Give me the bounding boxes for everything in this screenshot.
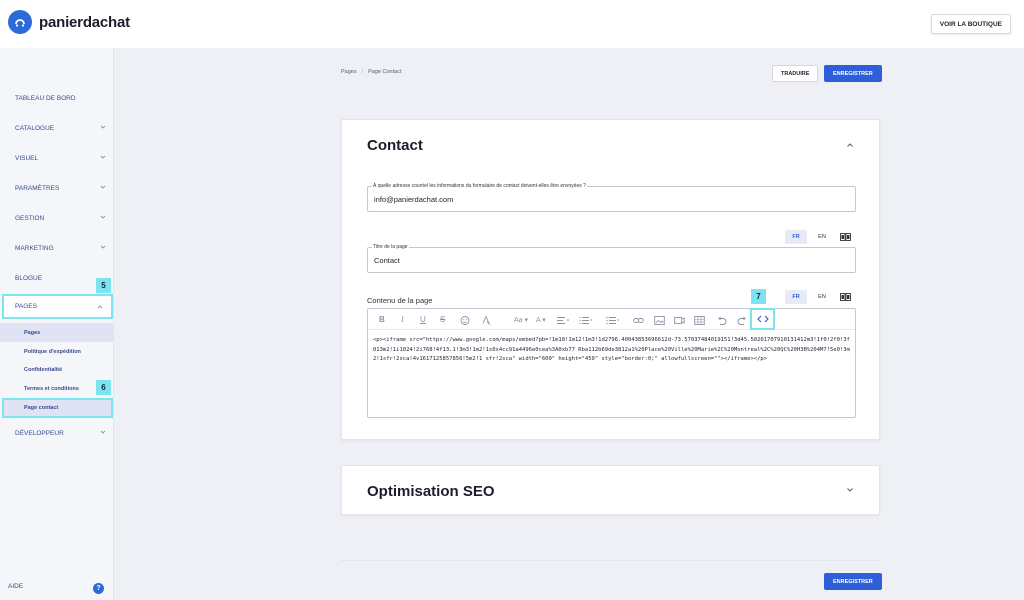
align-icon[interactable] <box>556 314 570 327</box>
top-bar: panierdachat VOIR LA BOUTIQUE <box>0 0 1024 48</box>
breadcrumb-root[interactable]: Pages <box>341 69 357 75</box>
email-field-label: À quelle adresse courriel les informatio… <box>372 183 587 189</box>
step-badge-6: 6 <box>96 380 111 395</box>
chevron-down-icon <box>100 125 106 129</box>
sidebar-item-label: BLOGUE <box>15 274 43 282</box>
translate-compare-icon[interactable] <box>840 233 851 241</box>
chevron-down-icon <box>100 155 106 159</box>
sidebar-subitem-label: Confidentialité <box>24 366 63 373</box>
brand-name: panierdachat <box>39 13 130 31</box>
chevron-down-icon <box>100 185 106 189</box>
undo-icon[interactable] <box>716 314 727 327</box>
sidebar-item-pages[interactable]: PAGES <box>2 294 113 319</box>
sidebar-item-marketing[interactable]: MARKETING <box>0 233 114 263</box>
email-field[interactable]: À quelle adresse courriel les informatio… <box>367 183 856 212</box>
video-icon[interactable] <box>674 314 685 327</box>
step-badge-7: 7 <box>751 289 766 304</box>
page-title-field-label: Titre de la page <box>372 244 409 250</box>
sidebar-subitem-privacy[interactable]: Confidentialité <box>0 360 114 379</box>
sidebar-item-parametres[interactable]: PARAMÈTRES <box>0 173 114 203</box>
lang-tab-fr[interactable]: FR <box>785 230 807 244</box>
page-title-field[interactable]: Titre de la page Contact <box>367 244 856 273</box>
sidebar-item-label: TABLEAU DE BORD <box>15 94 76 102</box>
breadcrumb: Pages / Page Contact <box>341 69 401 75</box>
link-icon[interactable] <box>633 314 644 327</box>
font-size-icon[interactable]: Aa ▾ <box>514 313 528 326</box>
bold-icon[interactable]: B <box>379 313 385 326</box>
editor-toolbar: B I U S Aa ▾ A ▾ <box>368 309 855 330</box>
sidebar-item-label: DÉVELOPPEUR <box>15 429 64 437</box>
sidebar-item-label: PARAMÈTRES <box>15 184 60 192</box>
sidebar-item-label: VISUEL <box>15 154 39 162</box>
code-icon <box>756 315 769 323</box>
sidebar-item-catalogue[interactable]: CATALOGUE <box>0 113 114 143</box>
page-content-label: Contenu de la page <box>367 296 433 305</box>
page-title-field-value[interactable]: Contact <box>374 256 400 265</box>
sidebar-item-gestion[interactable]: GESTION <box>0 203 114 233</box>
html-source-content[interactable]: <p><iframe src="https://www.google.com/m… <box>373 336 853 365</box>
chevron-down-icon[interactable] <box>846 487 854 493</box>
bullet-list-icon[interactable] <box>606 314 620 327</box>
sidebar-subitem-shipping-policy[interactable]: Politique d'expédition <box>0 342 114 361</box>
italic-icon[interactable]: I <box>401 313 404 326</box>
image-icon[interactable] <box>654 314 665 327</box>
emoji-icon[interactable] <box>460 314 470 327</box>
sidebar-item-visuel[interactable]: VISUEL <box>0 143 114 173</box>
sidebar-subitem-label: Politique d'expédition <box>24 348 81 355</box>
sidebar-item-label: PAGES <box>15 303 37 310</box>
seo-card-title: Optimisation SEO <box>367 483 495 500</box>
code-view-button[interactable] <box>750 308 775 330</box>
chevron-down-icon <box>100 215 106 219</box>
help-icon[interactable]: ? <box>93 583 104 594</box>
redo-icon[interactable] <box>737 314 748 327</box>
rich-text-editor[interactable]: B I U S Aa ▾ A ▾ <p><iframe src="https:/… <box>367 308 856 418</box>
chevron-up-icon <box>97 305 103 309</box>
underline-icon[interactable]: U <box>420 313 426 326</box>
font-color-icon[interactable]: A ▾ <box>536 313 546 326</box>
lang-tab-fr-content[interactable]: FR <box>785 290 807 304</box>
translate-button[interactable]: TRADUIRE <box>772 65 819 82</box>
help-link[interactable]: AIDE <box>8 583 23 590</box>
clear-format-icon[interactable] <box>481 314 491 327</box>
contact-card-title: Contact <box>367 137 423 154</box>
translate-compare-icon[interactable] <box>840 293 851 301</box>
strikethrough-icon[interactable]: S <box>440 313 445 326</box>
step-badge-5: 5 <box>96 278 111 293</box>
ordered-list-icon[interactable] <box>579 314 593 327</box>
sidebar-item-label: MARKETING <box>15 244 54 252</box>
cart-logo-icon <box>8 10 32 34</box>
sidebar-item-dashboard[interactable]: TABLEAU DE BORD <box>0 83 114 113</box>
email-field-value[interactable]: info@panierdachat.com <box>374 195 453 204</box>
brand-logo[interactable]: panierdachat <box>8 10 130 34</box>
lang-tab-en[interactable]: EN <box>811 230 833 244</box>
chevron-up-icon[interactable] <box>846 142 854 148</box>
breadcrumb-separator: / <box>361 69 364 75</box>
lang-tab-en-content[interactable]: EN <box>811 290 833 304</box>
chevron-down-icon <box>100 430 106 434</box>
sidebar-item-developpeur[interactable]: DÉVELOPPEUR <box>0 418 114 448</box>
table-icon[interactable] <box>694 314 705 327</box>
sidebar-subitem-page-contact[interactable]: Page contact <box>2 398 113 418</box>
save-button-bottom[interactable]: ENREGISTRER <box>824 573 882 590</box>
sidebar-subitem-label: Pages <box>24 329 41 336</box>
sidebar-subitem-label: Termes et conditions <box>24 385 79 392</box>
sidebar-subitem-label: Page contact <box>24 405 59 411</box>
view-shop-button[interactable]: VOIR LA BOUTIQUE <box>930 14 1011 34</box>
footer-divider <box>341 560 880 561</box>
sidebar-item-label: GESTION <box>15 214 45 222</box>
save-button-top[interactable]: ENREGISTRER <box>824 65 882 82</box>
sidebar-item-label: CATALOGUE <box>15 124 55 132</box>
sidebar-subitem-pages[interactable]: Pages <box>0 323 114 342</box>
breadcrumb-current: Page Contact <box>368 69 402 75</box>
chevron-down-icon <box>100 245 106 249</box>
